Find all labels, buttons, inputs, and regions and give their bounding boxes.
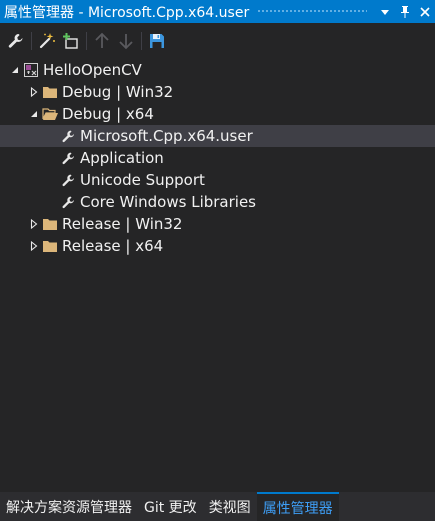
- property-manager-window: 属性管理器 - Microsoft.Cpp.x64.user HelloOpen…: [0, 0, 435, 521]
- pin-button[interactable]: [395, 2, 415, 22]
- save-button[interactable]: [145, 29, 169, 53]
- tab-solution-explorer[interactable]: 解决方案资源管理器: [0, 492, 138, 521]
- tree-item-label: HelloOpenCV: [43, 61, 142, 79]
- property-tree: HelloOpenCV Debug | Win32 Debug | x64 Mi…: [0, 59, 435, 257]
- tree-item-label: Release | x64: [62, 237, 164, 255]
- tree-item-label: Debug | x64: [62, 105, 154, 123]
- tab-property-manager[interactable]: 属性管理器: [256, 492, 339, 521]
- cpp-project-icon: [22, 59, 40, 81]
- expand-arrow-icon[interactable]: [27, 213, 41, 235]
- dropdown-icon: [381, 9, 389, 15]
- tree-item-config-debug-win32[interactable]: Debug | Win32: [0, 81, 435, 103]
- tree-item-sheet-core-windows-libraries[interactable]: Core Windows Libraries: [0, 191, 435, 213]
- wrench-icon: [59, 191, 77, 213]
- magic-wand-icon: [39, 33, 55, 49]
- arrow-down-icon: [119, 34, 133, 50]
- tree-item-label: Application: [80, 149, 164, 167]
- tree-item-label: Unicode Support: [80, 171, 205, 189]
- tab-git-changes[interactable]: Git 更改: [138, 492, 203, 521]
- properties-button[interactable]: [4, 29, 28, 53]
- expand-arrow-icon[interactable]: [27, 235, 41, 257]
- tree-item-sheet-unicode-support[interactable]: Unicode Support: [0, 169, 435, 191]
- tree-item-config-debug-x64[interactable]: Debug | x64: [0, 103, 435, 125]
- close-icon: [420, 6, 430, 17]
- tree-item-config-release-win32[interactable]: Release | Win32: [0, 213, 435, 235]
- folder-icon: [41, 81, 59, 103]
- add-item-icon: [63, 33, 78, 49]
- move-up-button[interactable]: [90, 29, 114, 53]
- tree-item-project[interactable]: HelloOpenCV: [0, 59, 435, 81]
- toolbar-separator: [141, 32, 142, 50]
- move-down-button[interactable]: [114, 29, 138, 53]
- close-button[interactable]: [415, 2, 435, 22]
- tab-class-view[interactable]: 类视图: [203, 492, 257, 521]
- expand-arrow-icon[interactable]: [27, 81, 41, 103]
- toolbar: [0, 27, 435, 55]
- title-grip[interactable]: [257, 9, 367, 14]
- pin-icon: [401, 5, 409, 18]
- tree-item-label: Release | Win32: [62, 215, 183, 233]
- save-icon: [150, 34, 164, 48]
- tree-item-config-release-x64[interactable]: Release | x64: [0, 235, 435, 257]
- tree-item-sheet-application[interactable]: Application: [0, 147, 435, 169]
- folder-icon: [41, 213, 59, 235]
- toolbar-separator: [31, 32, 32, 50]
- add-existing-property-sheet-button[interactable]: [59, 29, 83, 53]
- arrow-up-icon: [95, 32, 109, 48]
- wrench-icon: [8, 34, 23, 48]
- collapse-arrow-icon[interactable]: [8, 59, 22, 81]
- tree-item-label: Debug | Win32: [62, 83, 174, 101]
- folder-open-icon: [41, 103, 59, 125]
- tree-item-label: Microsoft.Cpp.x64.user: [80, 127, 253, 145]
- toolbar-separator: [86, 32, 87, 50]
- wrench-icon: [59, 147, 77, 169]
- add-new-property-sheet-button[interactable]: [35, 29, 59, 53]
- collapse-arrow-icon[interactable]: [27, 103, 41, 125]
- window-title: 属性管理器 - Microsoft.Cpp.x64.user: [4, 4, 250, 21]
- title-bar[interactable]: 属性管理器 - Microsoft.Cpp.x64.user: [0, 0, 435, 23]
- tree-item-label: Core Windows Libraries: [80, 193, 256, 211]
- folder-icon: [41, 235, 59, 257]
- bottom-tab-strip: 解决方案资源管理器 Git 更改 类视图 属性管理器: [0, 492, 435, 521]
- wrench-icon: [59, 125, 77, 147]
- wrench-icon: [59, 169, 77, 191]
- window-menu-button[interactable]: [375, 2, 395, 22]
- tree-item-sheet-microsoft-cpp-x64-user[interactable]: Microsoft.Cpp.x64.user: [0, 125, 435, 147]
